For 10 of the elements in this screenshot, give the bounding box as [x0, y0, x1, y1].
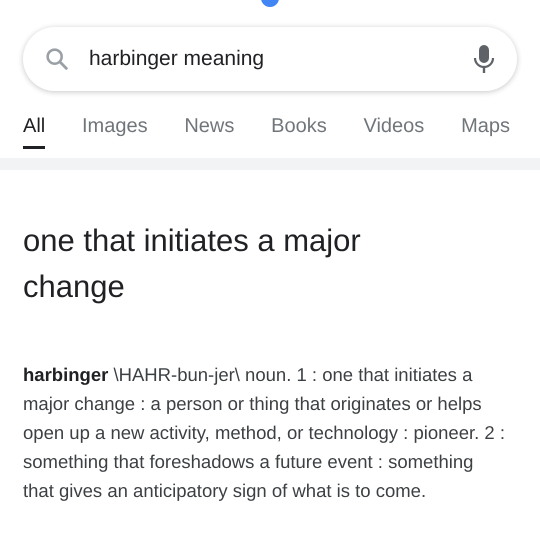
tab[interactable]: Books: [271, 111, 327, 149]
tab[interactable]: Images: [82, 111, 148, 149]
definition-heading: one that initiates a major change: [23, 222, 362, 306]
microphone-icon[interactable]: [473, 44, 495, 74]
search-field[interactable]: harbinger meaning: [89, 47, 455, 71]
tab[interactable]: Maps: [461, 111, 510, 149]
tab[interactable]: News: [184, 111, 234, 149]
tab[interactable]: Videos: [364, 111, 424, 149]
tab[interactable]: All: [23, 111, 46, 149]
definition-text: harbinger \HAHR-bun-jer\ noun. 1 : one that initiates a major change : a person or thing that originates or helps open up a new activity, method, or technology : pioneer. 2 : something that foreshadows a future event : something that gives an anticipatory sign of what is to come.: [23, 363, 506, 503]
